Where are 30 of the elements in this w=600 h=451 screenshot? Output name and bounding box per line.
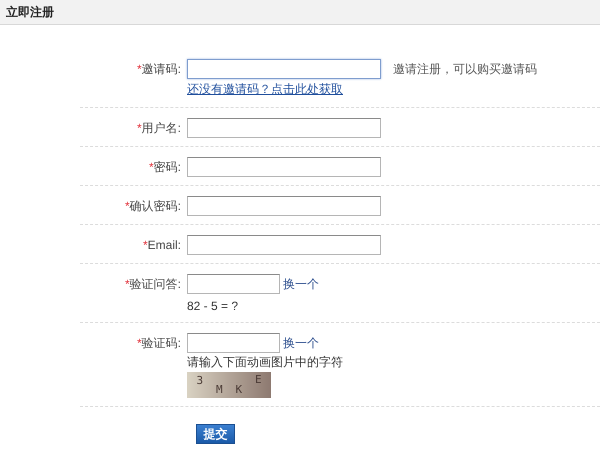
submit-button[interactable]: 提交 (196, 424, 235, 444)
question-text: 82 - 5 = ? (187, 299, 240, 314)
field-label: 确认密码: (130, 199, 181, 213)
text-input[interactable] (187, 274, 280, 294)
page-title: 立即注册 (6, 4, 54, 20)
text-input[interactable] (187, 118, 381, 138)
text-input[interactable] (187, 157, 381, 177)
required-mark: * (136, 62, 142, 76)
field-label: 用户名: (142, 121, 181, 135)
text-input[interactable] (187, 333, 280, 353)
field-label: 验证问答: (130, 277, 181, 291)
field-label: 验证码: (142, 336, 181, 350)
hint-text: 请输入下面动画图片中的字符 (187, 355, 343, 370)
field-label: 邀请码: (142, 62, 181, 76)
refresh-link[interactable]: 换一个 (283, 276, 319, 292)
required-mark: * (124, 199, 130, 213)
hint-text: 邀请注册，可以购买邀请码 (393, 62, 537, 76)
text-input[interactable] (187, 196, 381, 216)
get-code-link[interactable]: 还没有邀请码？点击此处获取 (187, 82, 537, 97)
captcha-image: 3 M K E (187, 372, 271, 398)
text-input[interactable] (187, 59, 381, 79)
field-label: 密码: (154, 160, 181, 174)
refresh-link[interactable]: 换一个 (283, 336, 319, 350)
text-input[interactable] (187, 235, 381, 255)
required-mark: * (136, 336, 142, 350)
required-mark: * (148, 160, 154, 174)
field-label: Email: (148, 238, 181, 252)
required-mark: * (124, 277, 130, 291)
required-mark: * (142, 238, 148, 252)
required-mark: * (136, 121, 142, 135)
